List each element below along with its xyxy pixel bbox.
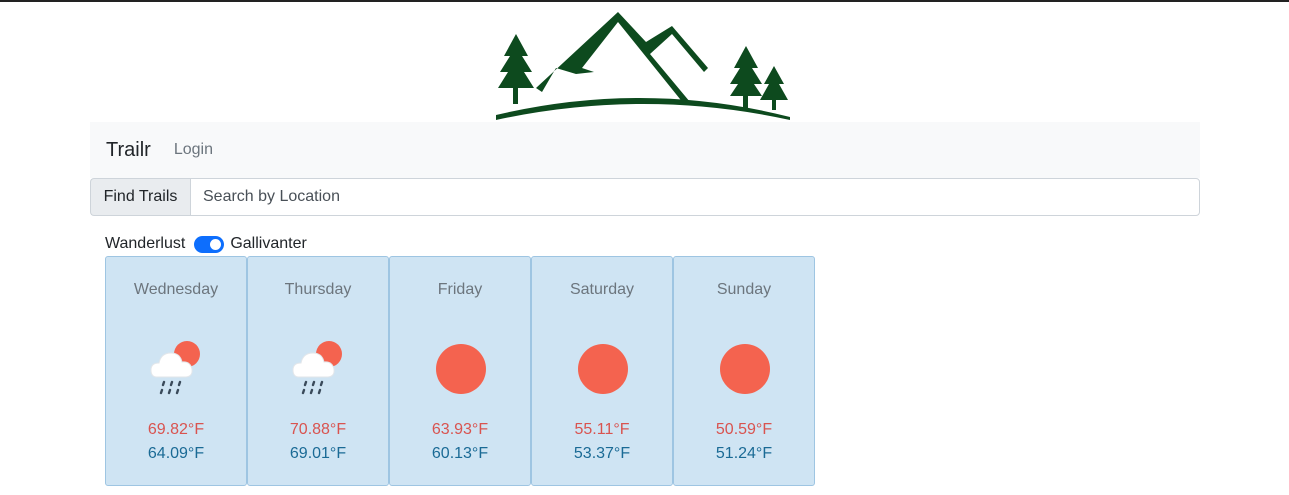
forecast-card: Saturday 55.11°F 53.37°F <box>531 256 673 486</box>
sun-icon <box>436 344 486 394</box>
day-name: Saturday <box>569 281 635 298</box>
login-link[interactable]: Login <box>174 141 213 159</box>
mountain-logo <box>496 12 790 120</box>
wanderlust-label: Wanderlust <box>105 235 186 252</box>
temp-high: 55.11°F <box>574 421 630 438</box>
temp-low: 64.09°F <box>147 445 205 462</box>
forecast-card: Wednesday 69.82°F 64.09°F <box>105 256 247 486</box>
location-search-input[interactable] <box>190 178 1200 216</box>
temp-low: 69.01°F <box>289 445 347 462</box>
top-rule <box>0 0 1289 2</box>
temp-low: 51.24°F <box>715 445 773 462</box>
forecast-card: Friday 63.93°F 60.13°F <box>389 256 531 486</box>
day-name: Friday <box>437 281 483 298</box>
temp-low: 53.37°F <box>573 445 631 462</box>
rain-cloud-sun-icon <box>292 341 342 395</box>
sun-icon <box>578 344 628 394</box>
navbar: Trailr Login <box>90 122 1200 178</box>
rain-cloud-sun-icon <box>150 341 200 395</box>
mode-toggle-row: Wanderlust Gallivanter <box>105 234 307 254</box>
temp-high: 70.88°F <box>289 421 347 438</box>
toggle-knob <box>210 238 222 250</box>
gallivanter-label: Gallivanter <box>230 235 307 252</box>
day-name: Thursday <box>284 281 352 298</box>
day-name: Wednesday <box>133 281 219 298</box>
temp-high: 50.59°F <box>715 421 773 438</box>
sun-icon <box>720 344 770 394</box>
forecast-card: Sunday 50.59°F 51.24°F <box>673 256 815 486</box>
temp-high: 69.82°F <box>147 421 205 438</box>
forecast-card: Thursday 70.88°F 69.01°F <box>247 256 389 486</box>
weather-forecast: Wednesday 69.82°F 64.09°F Thursday 70.88… <box>105 256 815 486</box>
find-trails-button[interactable]: Find Trails <box>90 178 190 216</box>
search-group: Find Trails <box>90 178 1200 216</box>
mode-toggle-switch[interactable] <box>194 235 225 253</box>
brand-link[interactable]: Trailr <box>106 139 151 162</box>
temp-high: 63.93°F <box>431 421 489 438</box>
temp-low: 60.13°F <box>431 445 489 462</box>
day-name: Sunday <box>716 281 772 298</box>
